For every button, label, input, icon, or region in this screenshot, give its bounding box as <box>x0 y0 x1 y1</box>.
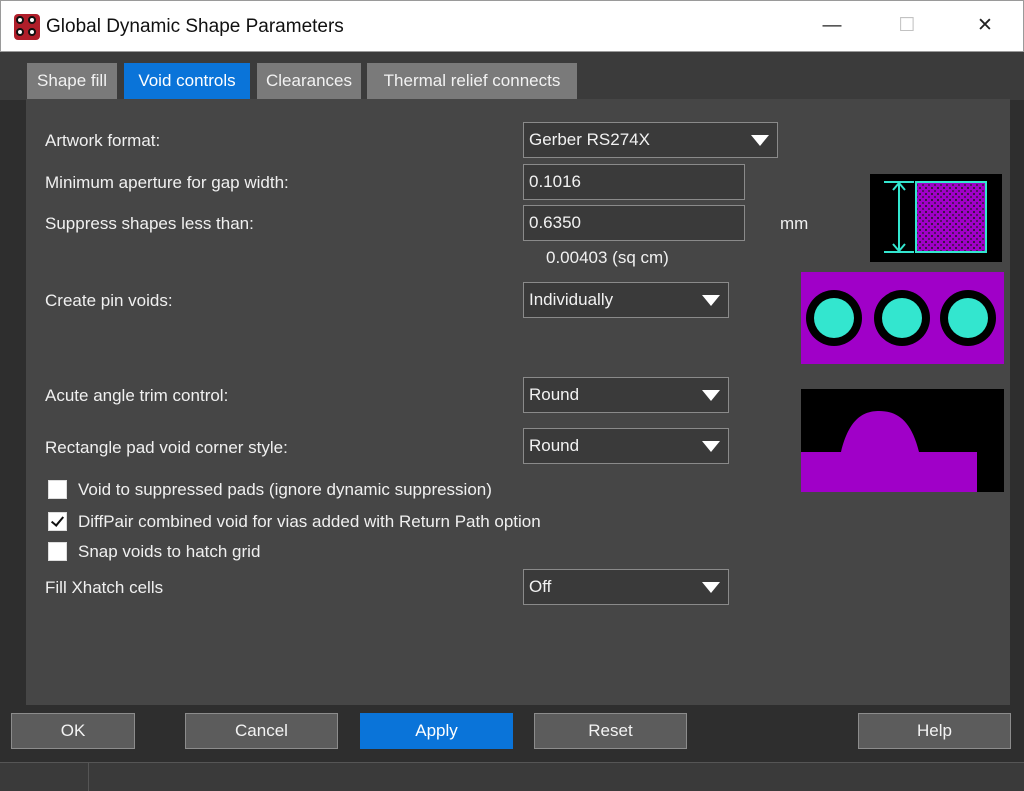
artwork-format-label: Artwork format: <box>45 131 161 150</box>
fill-xhatch-value: Off <box>529 577 552 596</box>
void-suppressed-pads-label: Void to suppressed pads (ignore dynamic … <box>78 480 492 499</box>
cancel-button[interactable]: Cancel <box>185 713 338 749</box>
status-bar <box>0 762 1024 791</box>
artwork-format-value: Gerber RS274X <box>529 130 650 149</box>
unit-label: mm <box>780 214 809 233</box>
maximize-button[interactable]: ☐ <box>887 11 927 41</box>
tab-void-controls[interactable]: Void controls <box>124 63 250 99</box>
suppress-shapes-input[interactable]: 0.6350 <box>523 205 745 241</box>
chevron-down-icon <box>702 390 720 401</box>
acute-angle-value: Round <box>529 385 580 404</box>
apply-button[interactable]: Apply <box>360 713 513 749</box>
chevron-down-icon <box>702 441 720 452</box>
minimize-button[interactable]: — <box>812 11 852 41</box>
min-aperture-input[interactable]: 0.1016 <box>523 164 745 200</box>
chevron-down-icon <box>702 295 720 306</box>
ok-button[interactable]: OK <box>11 713 135 749</box>
help-button[interactable]: Help <box>858 713 1011 749</box>
reset-button[interactable]: Reset <box>534 713 687 749</box>
tab-clearances[interactable]: Clearances <box>257 63 361 99</box>
pin-voids-label: Create pin voids: <box>45 291 173 310</box>
fill-xhatch-select[interactable]: Off <box>523 569 729 605</box>
close-button[interactable]: ✕ <box>965 11 1005 41</box>
rect-pad-corner-value: Round <box>529 436 580 455</box>
pin-voids-select[interactable]: Individually <box>523 282 729 318</box>
trim-illustration <box>801 389 1004 492</box>
pin-voids-value: Individually <box>529 290 614 309</box>
snap-voids-checkbox[interactable] <box>48 542 67 561</box>
void-suppressed-pads-checkbox[interactable] <box>48 480 67 499</box>
rect-pad-corner-label: Rectangle pad void corner style: <box>45 438 288 457</box>
status-divider <box>88 763 89 791</box>
app-icon <box>14 14 40 40</box>
min-aperture-label: Minimum aperture for gap width: <box>45 173 289 192</box>
acute-angle-select[interactable]: Round <box>523 377 729 413</box>
snap-voids-label: Snap voids to hatch grid <box>78 542 261 561</box>
suppress-shapes-label: Suppress shapes less than: <box>45 214 254 233</box>
aperture-illustration <box>870 174 1002 262</box>
pin-voids-illustration <box>801 272 1004 364</box>
diffpair-combined-void-label: DiffPair combined void for vias added wi… <box>78 512 541 531</box>
chevron-down-icon <box>702 582 720 593</box>
diffpair-combined-void-checkbox[interactable] <box>48 512 67 531</box>
window-title: Global Dynamic Shape Parameters <box>46 16 344 37</box>
acute-angle-label: Acute angle trim control: <box>45 386 229 405</box>
fill-xhatch-label: Fill Xhatch cells <box>45 578 164 597</box>
tab-thermal-relief-connects[interactable]: Thermal relief connects <box>367 63 577 99</box>
area-note: 0.00403 (sq cm) <box>546 248 669 267</box>
rect-pad-corner-select[interactable]: Round <box>523 428 729 464</box>
check-icon <box>50 513 65 527</box>
title-bar: Global Dynamic Shape Parameters — ☐ ✕ <box>0 0 1024 52</box>
chevron-down-icon <box>751 135 769 146</box>
tab-shape-fill[interactable]: Shape fill <box>27 63 117 99</box>
artwork-format-select[interactable]: Gerber RS274X <box>523 122 778 158</box>
